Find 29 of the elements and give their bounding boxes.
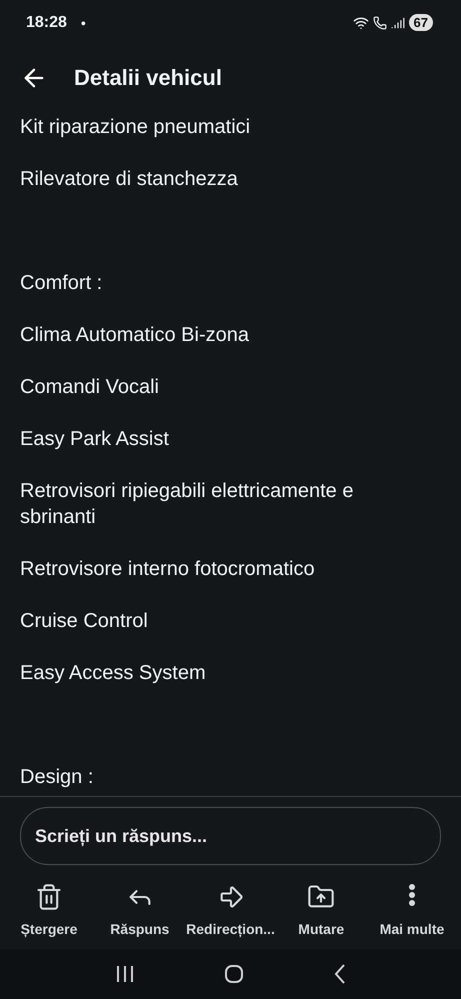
- notification-dot: •: [80, 14, 86, 30]
- recent-apps-button[interactable]: [114, 964, 134, 984]
- reply-button[interactable]: Răspuns: [94, 879, 185, 941]
- feature-item: Retrovisori ripiegabili elettricamente e sbrinanti: [20, 479, 354, 530]
- feature-item: Easy Park Assist: [20, 427, 170, 452]
- feature-item: Clima Automatico Bi-zona: [20, 323, 250, 348]
- call-icon: [372, 16, 387, 30]
- reply-field[interactable]: Scrieți un răspuns...: [20, 807, 441, 865]
- wifi-icon: [352, 14, 369, 30]
- move-button[interactable]: Mutare: [276, 879, 366, 941]
- back-nav-button[interactable]: [332, 963, 346, 985]
- section-heading: Design :: [20, 765, 94, 790]
- feature-item: Kit riparazione pneumatici: [20, 115, 252, 140]
- status-time: 18:28: [26, 14, 67, 32]
- delete-button[interactable]: Ștergere: [4, 879, 94, 941]
- more-button[interactable]: Mai multe: [367, 879, 457, 941]
- signal-icon: [390, 16, 405, 30]
- feature-item: Easy Access System: [20, 661, 207, 686]
- battery-level: 67: [408, 14, 433, 31]
- feature-item: Cruise Control: [20, 609, 149, 634]
- feature-item: Retrovisore interno fotocromatico: [20, 557, 316, 582]
- feature-item: Rilevatore di stanchezza: [20, 167, 239, 192]
- more-icon: [408, 883, 416, 907]
- forward-button[interactable]: Redirecțion...: [186, 879, 276, 941]
- section-heading: Comfort :: [20, 271, 104, 296]
- feature-item: Comandi Vocali: [20, 375, 160, 400]
- home-button[interactable]: [224, 964, 244, 984]
- trash-icon: [35, 883, 63, 911]
- window-title: Detalii vehicul: [74, 64, 222, 90]
